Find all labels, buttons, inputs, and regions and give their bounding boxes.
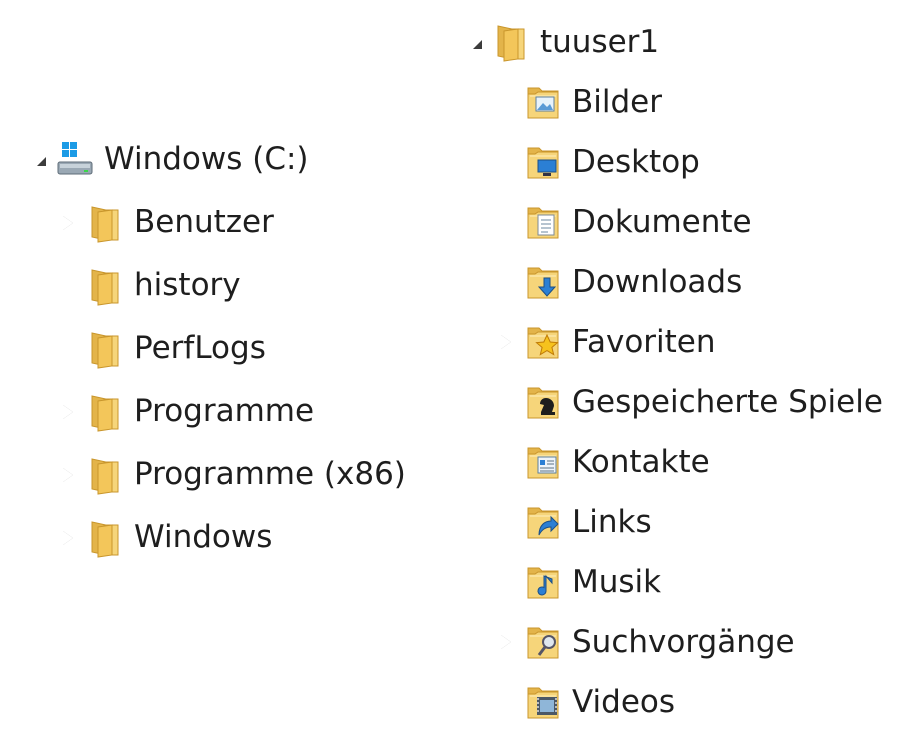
documents-folder-icon xyxy=(527,207,559,239)
expanded-arrow-icon[interactable] xyxy=(462,30,486,54)
tree-item-perflogs[interactable]: PerfLogs xyxy=(26,317,406,380)
tree-item-programme[interactable]: Programme xyxy=(26,380,406,443)
tree-item-windows[interactable]: Windows xyxy=(26,506,406,569)
music-folder-icon xyxy=(527,567,559,599)
tree-item-label: Desktop xyxy=(572,143,700,180)
tree-item-dokumente[interactable]: Dokumente xyxy=(462,192,883,252)
tree-item-label: Videos xyxy=(572,683,676,720)
tree-item-musik[interactable]: Musik xyxy=(462,552,883,612)
expanded-arrow-icon[interactable] xyxy=(26,148,50,172)
collapsed-arrow-icon[interactable] xyxy=(494,630,518,654)
tree-item-label: PerfLogs xyxy=(134,330,266,366)
user-folder-icon xyxy=(497,25,525,62)
tree-root-label: tuuser1 xyxy=(540,23,660,60)
tree-item-favoriten[interactable]: Favoriten xyxy=(462,312,883,372)
tree-item-label: Downloads xyxy=(572,263,743,300)
tree-item-benutzer[interactable]: Benutzer xyxy=(26,191,406,254)
tree-item-label: Programme xyxy=(134,393,315,429)
tree-item-label: Windows xyxy=(134,519,273,555)
downloads-folder-icon xyxy=(527,267,559,299)
collapsed-arrow-icon[interactable] xyxy=(56,463,80,487)
tree-item-label: Musik xyxy=(572,563,662,600)
folder-icon xyxy=(91,520,119,558)
tree-root-label: Windows (C:) xyxy=(104,141,309,177)
links-folder-icon xyxy=(527,507,559,539)
tree-item-label: Suchvorgänge xyxy=(572,623,795,660)
tree-item-history[interactable]: history xyxy=(26,254,406,317)
tree-item-suchvorgaenge[interactable]: Suchvorgänge xyxy=(462,612,883,672)
folder-icon xyxy=(91,268,119,306)
tree-item-programme-x86[interactable]: Programme (x86) xyxy=(26,443,406,506)
tree-item-label: Benutzer xyxy=(134,204,274,240)
folder-icon xyxy=(91,331,119,369)
tree-item-label: Programme (x86) xyxy=(134,456,406,492)
collapsed-arrow-icon[interactable] xyxy=(56,526,80,550)
pictures-folder-icon xyxy=(527,87,559,119)
right-navigation-tree: tuuser1 Bilder Desktop Dokumente Downloa… xyxy=(462,12,883,732)
tree-item-label: Kontakte xyxy=(572,443,710,480)
tree-item-label: Favoriten xyxy=(572,323,716,360)
folder-icon xyxy=(91,205,119,243)
drive-icon xyxy=(57,141,93,174)
tree-item-desktop[interactable]: Desktop xyxy=(462,132,883,192)
tree-item-videos[interactable]: Videos xyxy=(462,672,883,732)
videos-folder-icon xyxy=(527,687,559,719)
collapsed-arrow-icon[interactable] xyxy=(494,330,518,354)
tree-item-gespeicherte-spiele[interactable]: Gespeicherte Spiele xyxy=(462,372,883,432)
tree-item-label: Dokumente xyxy=(572,203,752,240)
tree-item-label: Gespeicherte Spiele xyxy=(572,383,883,420)
favorites-folder-icon xyxy=(527,327,559,359)
folder-icon xyxy=(91,394,119,432)
saved-games-folder-icon xyxy=(527,387,559,419)
collapsed-arrow-icon[interactable] xyxy=(56,400,80,424)
tree-item-label: Links xyxy=(572,503,652,540)
contacts-folder-icon xyxy=(527,447,559,479)
tree-item-links[interactable]: Links xyxy=(462,492,883,552)
tree-item-label: history xyxy=(134,267,241,303)
tree-item-kontakte[interactable]: Kontakte xyxy=(462,432,883,492)
left-navigation-tree: Windows (C:) Benutzer history PerfLogs P… xyxy=(26,128,406,569)
tree-item-downloads[interactable]: Downloads xyxy=(462,252,883,312)
tree-item-bilder[interactable]: Bilder xyxy=(462,72,883,132)
tree-item-label: Bilder xyxy=(572,83,662,120)
folder-icon xyxy=(91,457,119,495)
tree-root-windows-c[interactable]: Windows (C:) xyxy=(26,128,406,191)
searches-folder-icon xyxy=(527,627,559,659)
collapsed-arrow-icon[interactable] xyxy=(56,211,80,235)
desktop-folder-icon xyxy=(527,147,559,179)
tree-root-tuuser1[interactable]: tuuser1 xyxy=(462,12,883,72)
